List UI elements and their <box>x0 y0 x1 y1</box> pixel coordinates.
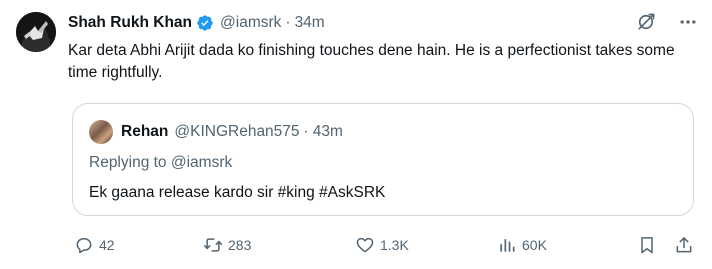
more-icon[interactable] <box>678 12 698 32</box>
author-avatar[interactable] <box>16 12 56 52</box>
tweet[interactable]: Shah Rukh Khan @iamsrk · 34m Kar deta Ab… <box>0 0 712 269</box>
like-button[interactable]: 1.3K <box>355 234 409 256</box>
reply-icon <box>74 235 94 255</box>
quote-author-handle[interactable]: @KINGRehan575 <box>174 123 299 141</box>
replying-to-handle[interactable]: @iamsrk <box>171 154 232 171</box>
quote-header: Rehan @KINGRehan575 · 43m <box>121 121 343 143</box>
verified-badge-icon <box>196 14 214 32</box>
tweet-text: Kar deta Abhi Arijit dada ko finishing t… <box>68 42 675 81</box>
reply-count: 42 <box>99 237 115 253</box>
author-handle[interactable]: @iamsrk <box>220 14 281 32</box>
replying-to: Replying to @iamsrk <box>89 154 232 172</box>
share-icon <box>674 235 694 255</box>
quote-author-name[interactable]: Rehan <box>121 123 168 141</box>
quoted-tweet[interactable]: Rehan @KINGRehan575 · 43m Replying to @i… <box>72 103 694 216</box>
like-icon <box>355 235 375 255</box>
replying-to-label: Replying to <box>89 154 167 171</box>
separator-dot: · <box>285 14 291 31</box>
views-count: 60K <box>522 237 547 253</box>
repost-count: 283 <box>228 237 252 253</box>
tweet-header: Shah Rukh Khan @iamsrk · 34m <box>68 12 325 34</box>
quote-timestamp[interactable]: 43m <box>313 123 343 141</box>
tweet-top-actions <box>636 12 698 32</box>
repost-icon <box>203 235 223 255</box>
bookmark-button[interactable] <box>637 234 657 256</box>
bookmark-icon <box>637 235 657 255</box>
repost-button[interactable]: 283 <box>203 234 251 256</box>
reply-button[interactable]: 42 <box>74 234 115 256</box>
like-count: 1.3K <box>380 237 409 253</box>
share-button[interactable] <box>674 234 694 256</box>
quote-text: Ek gaana release kardo sir #king #AskSRK <box>89 184 386 201</box>
quote-separator-dot: · <box>303 123 309 140</box>
grok-icon[interactable] <box>636 12 656 32</box>
quote-author-avatar[interactable] <box>89 120 113 144</box>
tweet-actions: 42 283 1.3K 60K <box>74 234 694 256</box>
views-icon <box>497 235 517 255</box>
views-button[interactable]: 60K <box>497 234 547 256</box>
tweet-timestamp[interactable]: 34m <box>295 14 325 32</box>
author-name[interactable]: Shah Rukh Khan <box>68 14 192 32</box>
